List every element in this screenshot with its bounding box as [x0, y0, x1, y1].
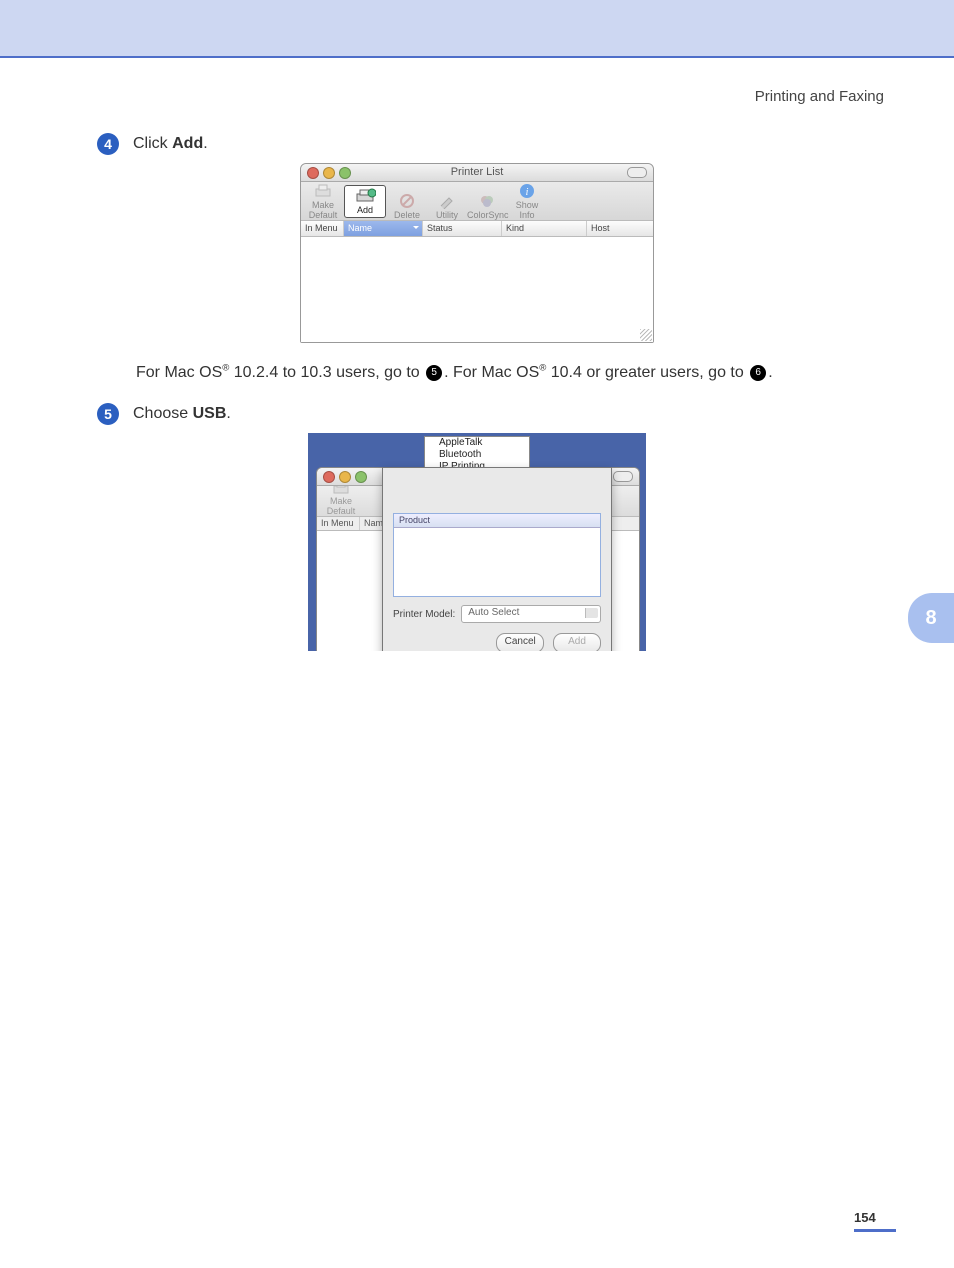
close-icon[interactable] [323, 471, 335, 483]
printer-model-label: Printer Model: [393, 609, 455, 620]
step4-post: . [203, 135, 207, 152]
utility-label: Utility [436, 210, 458, 220]
printer-model-select[interactable]: Auto Select [461, 605, 601, 623]
showinfo-button[interactable]: i Show Info [507, 183, 547, 220]
col-host[interactable]: Host [587, 221, 653, 236]
toolbar-toggle-icon[interactable] [627, 167, 647, 178]
showinfo-label: Show Info [516, 200, 539, 220]
bg-make-default-button[interactable]: Make Default [321, 481, 361, 516]
step4-bold: Add [172, 135, 203, 152]
colorsync-button[interactable]: ColorSync [467, 193, 507, 220]
minimize-icon[interactable] [323, 167, 335, 179]
printer-list-body[interactable] [301, 237, 653, 342]
col-inmenu[interactable]: In Menu [301, 221, 344, 236]
menu-item-appletalk[interactable]: AppleTalk [425, 437, 529, 449]
title-bar[interactable]: Printer List [301, 164, 653, 182]
ref-bullet-6-icon: 6 [750, 365, 766, 381]
add-printer-screenshot: Make Default In Menu Nam AppleTalk Bluet… [308, 433, 646, 651]
make-default-label: Make Default [309, 200, 338, 220]
col-kind[interactable]: Kind [502, 221, 587, 236]
step-4: 4 Click Add. [105, 135, 894, 153]
step4-pre: Click [133, 135, 172, 152]
menu-item-bluetooth[interactable]: Bluetooth [425, 449, 529, 461]
col-name[interactable]: Name [344, 221, 423, 236]
running-header: Printing and Faxing [60, 88, 884, 105]
bg-make-default-label: Make Default [327, 496, 356, 516]
product-list[interactable]: Product [393, 513, 601, 597]
step-number-5: 5 [97, 403, 119, 425]
col-status[interactable]: Status [423, 221, 502, 236]
step-5: 5 Choose USB. [105, 405, 894, 423]
step5-post: . [226, 405, 230, 422]
cancel-button[interactable]: Cancel [496, 633, 544, 651]
window-title: Printer List [451, 166, 504, 178]
close-icon[interactable] [307, 167, 319, 179]
top-banner [0, 0, 954, 58]
zoom-icon[interactable] [355, 471, 367, 483]
zoom-icon[interactable] [339, 167, 351, 179]
utility-button[interactable]: Utility [427, 193, 467, 220]
chapter-tab: 8 [908, 593, 954, 643]
add-button[interactable]: Add [553, 633, 601, 651]
ref-bullet-5-icon: 5 [426, 365, 442, 381]
add-label: Add [357, 205, 373, 215]
delete-button[interactable]: Delete [387, 193, 427, 220]
add-printer-sheet: Product Printer Model: Auto Select Cance… [382, 467, 612, 651]
printer-list-window: Printer List Make Default Add Delete [300, 163, 654, 343]
version-note: For Mac OS® 10.2.4 to 10.3 users, go to … [136, 361, 894, 385]
col-product[interactable]: Product [394, 514, 600, 527]
bg-col-inmenu: In Menu [317, 517, 360, 530]
make-default-button[interactable]: Make Default [303, 183, 343, 220]
column-headers[interactable]: In Menu Name Status Kind Host [301, 221, 653, 237]
toolbar: Make Default Add Delete Utility ColorSyn… [301, 182, 653, 221]
step5-pre: Choose [133, 405, 193, 422]
minimize-icon[interactable] [339, 471, 351, 483]
delete-label: Delete [394, 210, 420, 220]
window-controls[interactable] [307, 167, 351, 179]
step5-bold: USB [193, 405, 227, 422]
page-number: 154 [854, 1210, 896, 1232]
colorsync-label: ColorSync [467, 210, 509, 220]
toolbar-toggle-icon[interactable] [613, 471, 633, 482]
add-button[interactable]: Add [344, 185, 386, 218]
step-number-4: 4 [97, 133, 119, 155]
svg-text:i: i [526, 187, 529, 198]
